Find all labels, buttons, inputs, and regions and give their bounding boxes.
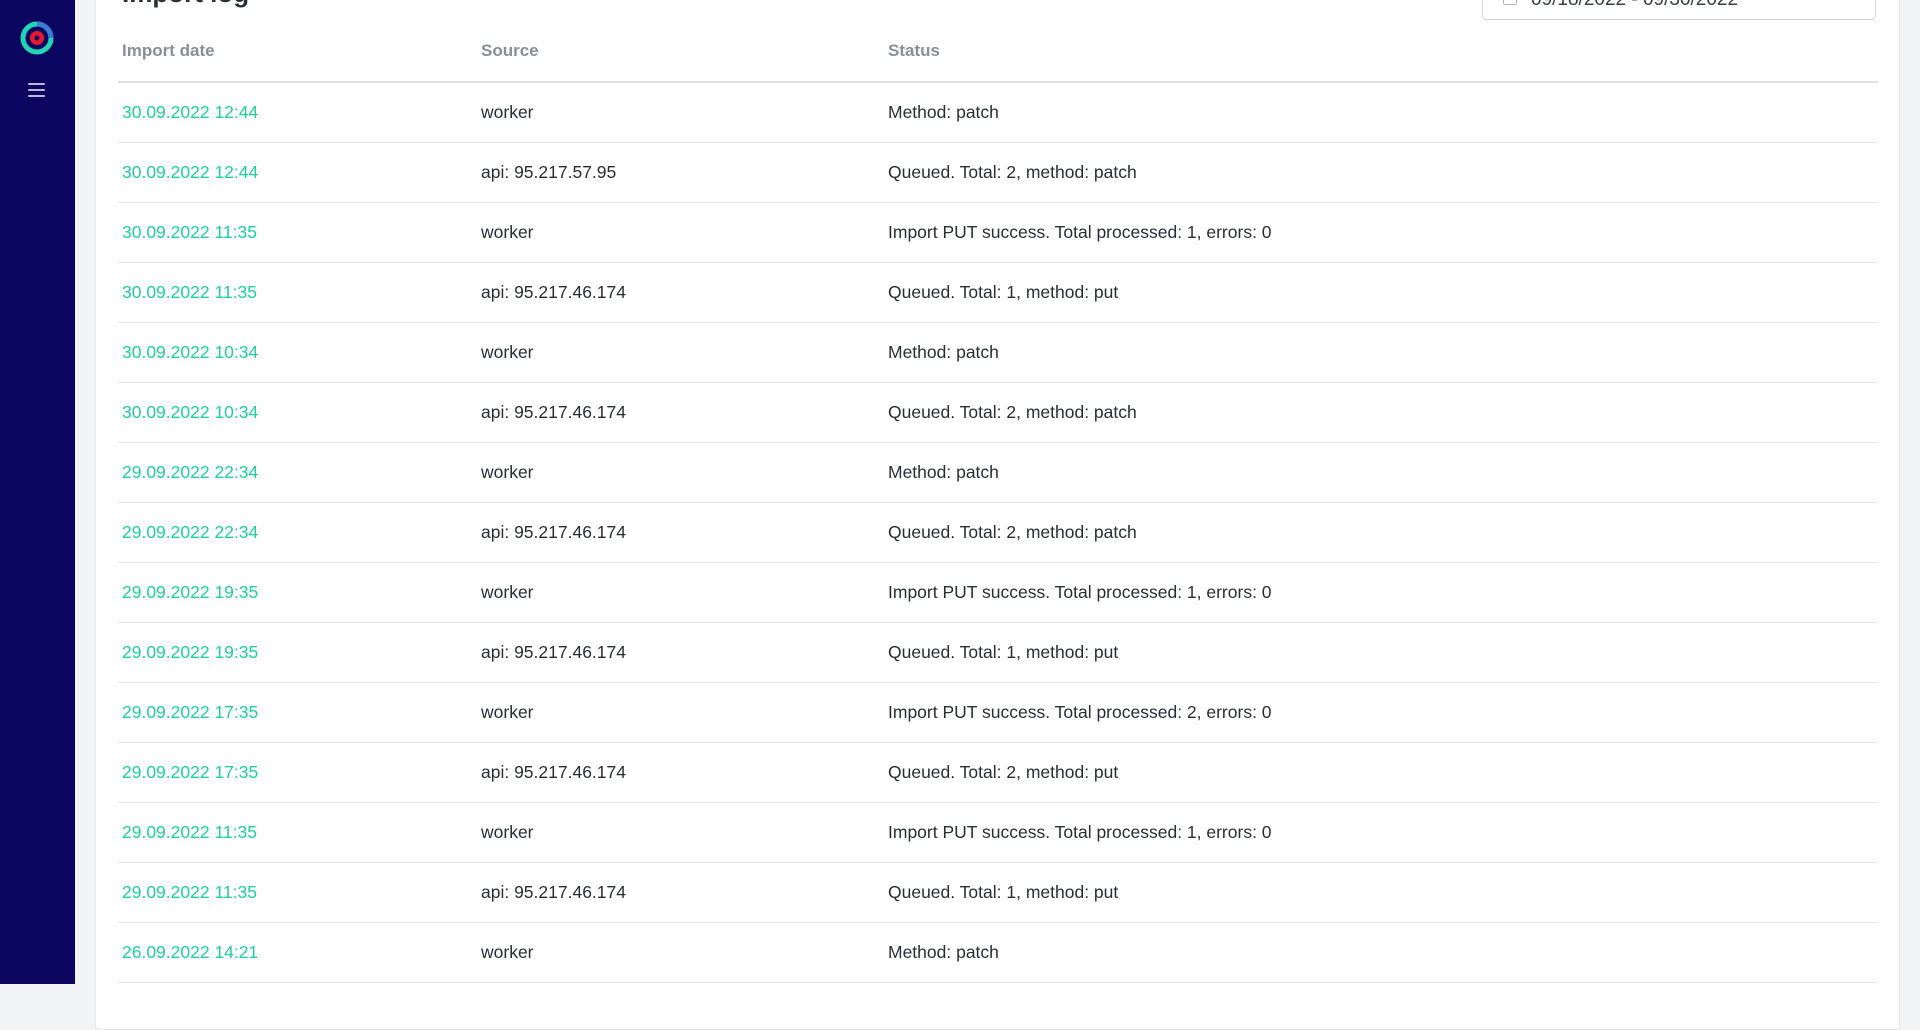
calendar-icon: [1503, 0, 1517, 5]
import-date-link[interactable]: 29.09.2022 19:35: [122, 642, 258, 663]
source-cell: api: 95.217.46.174: [481, 522, 626, 542]
table-body: 30.09.2022 12:44 worker Method: patch 30.09…: [118, 83, 1878, 983]
table-row: 29.09.2022 17:35 api: 95.217.46.174 Queued…: [118, 743, 1878, 803]
column-header-status: Status: [888, 41, 940, 60]
table-row: 29.09.2022 19:35 api: 95.217.46.174 Queued…: [118, 623, 1878, 683]
table-row: 29.09.2022 22:34 worker Method: patch: [118, 443, 1878, 503]
source-cell: worker: [481, 822, 534, 842]
status-cell: Import PUT success. Total processed: 1, …: [888, 222, 1272, 242]
source-cell: api: 95.217.46.174: [481, 282, 626, 302]
table-row: 30.09.2022 11:35 api: 95.217.46.174 Queued…: [118, 263, 1878, 323]
import-date-link[interactable]: 30.09.2022 10:34: [122, 402, 258, 423]
import-date-link[interactable]: 29.09.2022 11:35: [122, 822, 257, 843]
date-range-value: 09/18/2022 - 09/30/2022: [1531, 0, 1738, 11]
table-header: Import date Source Status: [118, 30, 1878, 83]
import-date-link[interactable]: 29.09.2022 17:35: [122, 762, 258, 783]
status-cell: Import PUT success. Total processed: 1, …: [888, 822, 1272, 842]
table-row: 29.09.2022 11:35 api: 95.217.46.174 Queued…: [118, 863, 1878, 923]
import-date-link[interactable]: 29.09.2022 22:34: [122, 522, 258, 543]
source-cell: api: 95.217.46.174: [481, 402, 626, 422]
table-row: 29.09.2022 11:35 worker Import PUT success…: [118, 803, 1878, 863]
import-date-link[interactable]: 29.09.2022 11:35: [122, 882, 257, 903]
source-cell: api: 95.217.46.174: [481, 762, 626, 782]
status-cell: Method: patch: [888, 342, 999, 362]
import-date-link[interactable]: 30.09.2022 11:35: [122, 282, 257, 303]
table-row: 29.09.2022 17:35 worker Import PUT success…: [118, 683, 1878, 743]
status-cell: Import PUT success. Total processed: 2, …: [888, 702, 1272, 722]
source-cell: api: 95.217.57.95: [481, 162, 617, 182]
source-cell: worker: [481, 102, 534, 122]
table-row: 30.09.2022 11:35 worker Import PUT success…: [118, 203, 1878, 263]
import-date-link[interactable]: 26.09.2022 14:21: [122, 942, 258, 963]
status-cell: Queued. Total: 2, method: patch: [888, 402, 1137, 422]
source-cell: worker: [481, 582, 534, 602]
source-cell: worker: [481, 342, 534, 362]
table-row: 30.09.2022 12:44 worker Method: patch: [118, 83, 1878, 143]
source-cell: worker: [481, 942, 534, 962]
status-cell: Method: patch: [888, 942, 999, 962]
source-cell: worker: [481, 702, 534, 722]
import-date-link[interactable]: 29.09.2022 19:35: [122, 582, 258, 603]
table-row: 30.09.2022 10:34 worker Method: patch: [118, 323, 1878, 383]
import-date-link[interactable]: 30.09.2022 11:35: [122, 222, 257, 243]
page-title: Import log: [122, 0, 249, 9]
status-cell: Queued. Total: 2, method: patch: [888, 162, 1137, 182]
source-cell: worker: [481, 462, 534, 482]
table-row: 29.09.2022 19:35 worker Import PUT success…: [118, 563, 1878, 623]
import-date-link[interactable]: 30.09.2022 12:44: [122, 102, 258, 123]
sidebar: [0, 0, 75, 984]
table-row: 30.09.2022 12:44 api: 95.217.57.95 Queued.…: [118, 143, 1878, 203]
column-header-import-date[interactable]: Import date: [122, 41, 215, 61]
table-row: 26.09.2022 14:21 worker Method: patch: [118, 923, 1878, 983]
table-row: 29.09.2022 22:34 api: 95.217.46.174 Queued…: [118, 503, 1878, 563]
column-header-source: Source: [481, 41, 539, 60]
import-date-link[interactable]: 29.09.2022 22:34: [122, 462, 258, 483]
status-cell: Queued. Total: 2, method: put: [888, 762, 1119, 782]
import-log-table: Import date Source Status 30.09.2022 12:…: [118, 30, 1878, 983]
status-cell: Queued. Total: 1, method: put: [888, 282, 1119, 302]
import-date-link[interactable]: 29.09.2022 17:35: [122, 702, 258, 723]
status-cell: Import PUT success. Total processed: 1, …: [888, 582, 1272, 602]
app-logo-icon[interactable]: [20, 21, 54, 55]
status-cell: Method: patch: [888, 102, 999, 122]
source-cell: api: 95.217.46.174: [481, 882, 626, 902]
status-cell: Queued. Total: 1, method: put: [888, 642, 1119, 662]
status-cell: Queued. Total: 2, method: patch: [888, 522, 1137, 542]
source-cell: worker: [481, 222, 534, 242]
import-date-link[interactable]: 30.09.2022 12:44: [122, 162, 258, 183]
date-range-picker[interactable]: 09/18/2022 - 09/30/2022: [1482, 0, 1876, 20]
hamburger-menu-icon[interactable]: [26, 80, 48, 100]
table-row: 30.09.2022 10:34 api: 95.217.46.174 Queued…: [118, 383, 1878, 443]
status-cell: Method: patch: [888, 462, 999, 482]
source-cell: api: 95.217.46.174: [481, 642, 626, 662]
import-date-link[interactable]: 30.09.2022 10:34: [122, 342, 258, 363]
status-cell: Queued. Total: 1, method: put: [888, 882, 1119, 902]
